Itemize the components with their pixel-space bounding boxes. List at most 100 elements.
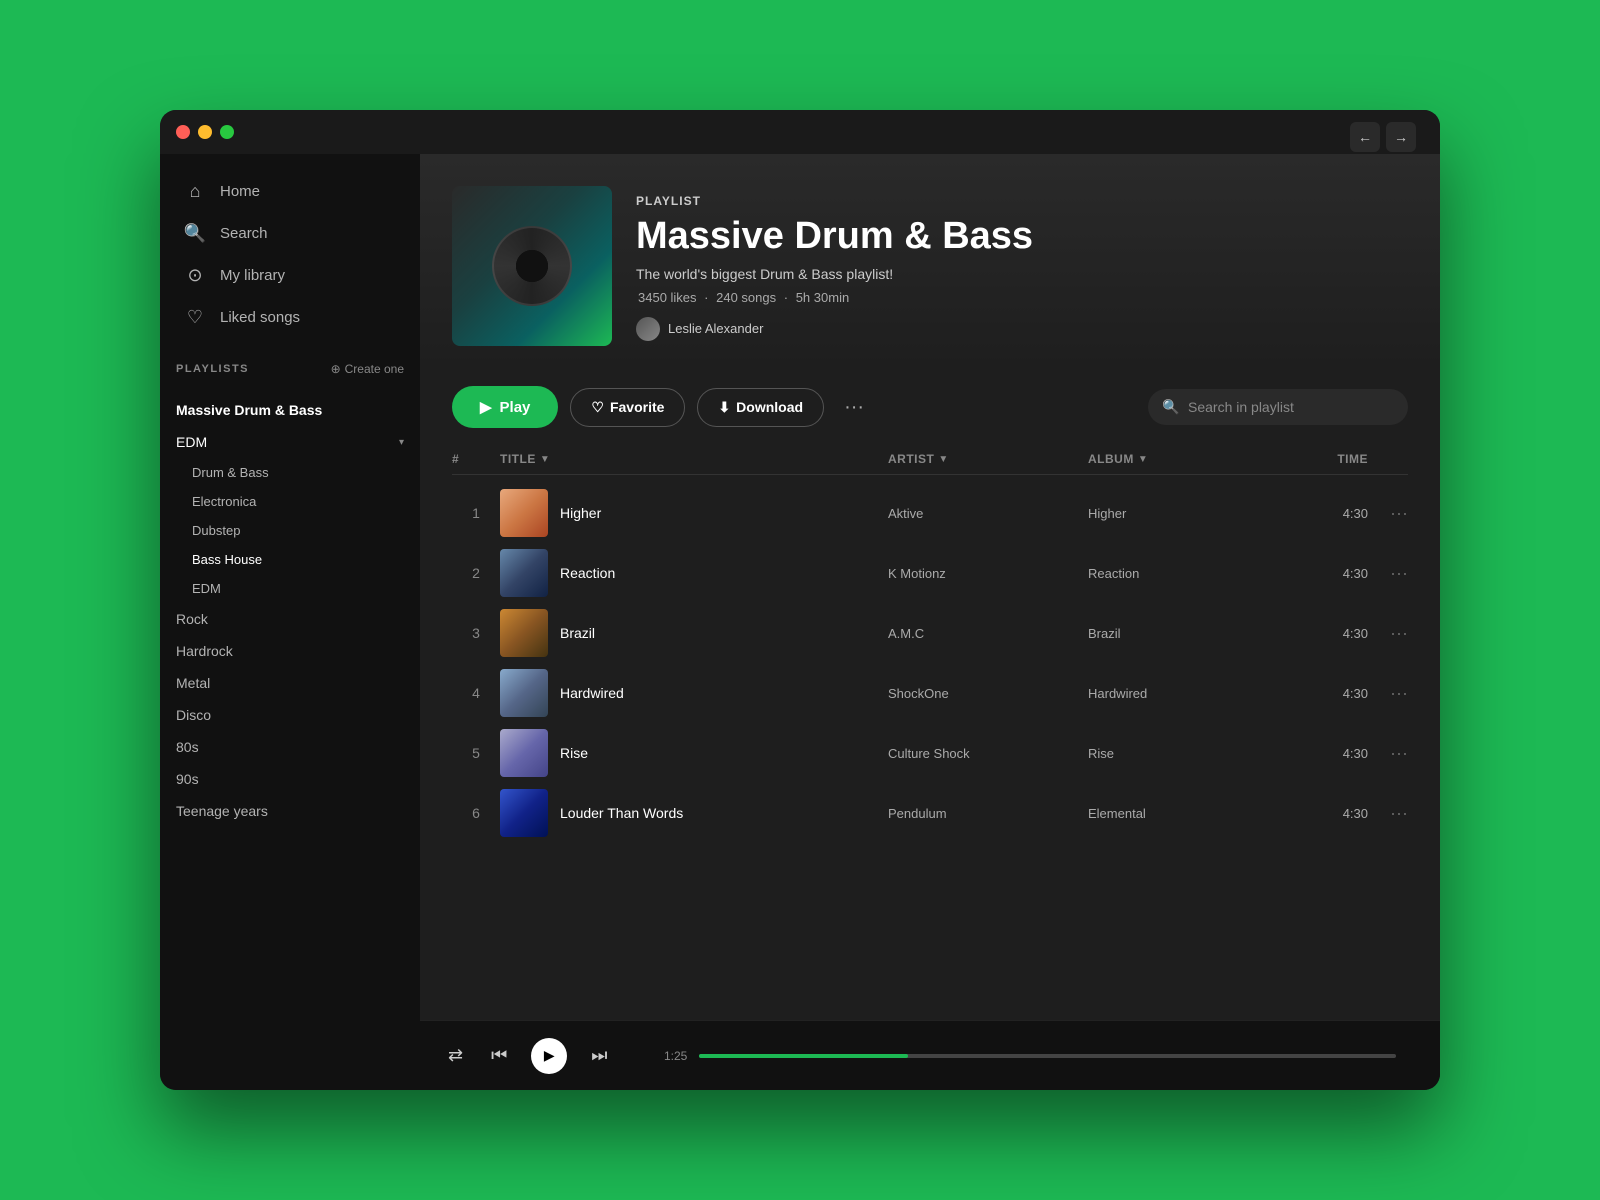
sidebar: ⌂ Home 🔍 Search ⊙ My library ♡ Liked son…: [160, 154, 420, 1090]
prev-button[interactable]: ⏮: [487, 1041, 511, 1070]
main-content: ⌂ Home 🔍 Search ⊙ My library ♡ Liked son…: [160, 154, 1440, 1090]
sidebar-category-90s[interactable]: 90s: [160, 763, 420, 795]
track-more-button[interactable]: ···: [1368, 563, 1408, 584]
sidebar-category-rock[interactable]: Rock: [160, 603, 420, 635]
track-title: Reaction: [560, 565, 615, 581]
sidebar-category-metal[interactable]: Metal: [160, 667, 420, 699]
track-info: Rise: [500, 729, 888, 777]
songs-count: 240 songs: [716, 290, 776, 305]
progress-area: 1:25: [644, 1049, 1416, 1063]
pause-button[interactable]: ▶: [531, 1038, 567, 1074]
track-time: 4:30: [1288, 506, 1368, 521]
track-title: Rise: [560, 745, 588, 761]
more-options-button[interactable]: ···: [836, 389, 872, 425]
player-bar: ⇄ ⏮ ▶ ⏭ 1:25: [420, 1020, 1440, 1090]
sidebar-subitem-dubstep[interactable]: Dubstep: [176, 516, 420, 545]
forward-button[interactable]: →: [1386, 122, 1416, 152]
sidebar-item-liked[interactable]: ♡ Liked songs: [176, 296, 404, 338]
track-number: 6: [452, 805, 500, 821]
artist-sort-icon: ▼: [938, 454, 948, 465]
sidebar-category-edm[interactable]: EDM ▾: [160, 426, 420, 458]
sidebar-category-hardrock[interactable]: Hardrock: [160, 635, 420, 667]
col-time: Time: [1288, 452, 1368, 466]
track-more-button[interactable]: ···: [1368, 743, 1408, 764]
play-button[interactable]: ▶ Play: [452, 386, 558, 428]
next-button[interactable]: ⏭: [587, 1041, 611, 1070]
table-row[interactable]: 5 Rise Culture Shock Rise 4:30 ···: [452, 723, 1408, 783]
sidebar-item-home[interactable]: ⌂ Home: [176, 170, 404, 212]
favorite-button[interactable]: ♡ Favorite: [570, 388, 685, 427]
track-artist: Aktive: [888, 506, 1088, 521]
chevron-icon: ▾: [399, 437, 404, 448]
sidebar-category-teenage-years[interactable]: Teenage years: [160, 795, 420, 827]
playlists-header: PLAYLISTS ⊕ Create one: [160, 362, 420, 386]
download-button[interactable]: ⬇ Download: [697, 388, 824, 427]
table-row[interactable]: 3 Brazil A.M.C Brazil 4:30 ···: [452, 603, 1408, 663]
sidebar-subitem-bass-house[interactable]: Bass House: [176, 545, 420, 574]
table-row[interactable]: 4 Hardwired ShockOne Hardwired 4:30 ···: [452, 663, 1408, 723]
track-number: 4: [452, 685, 500, 701]
owner-avatar: [636, 317, 660, 341]
col-artist[interactable]: Artist ▼: [888, 452, 1088, 466]
track-more-button[interactable]: ···: [1368, 623, 1408, 644]
sidebar-item-label: My library: [220, 267, 285, 284]
playlist-title: Massive Drum & Bass: [636, 216, 1408, 258]
track-album: Elemental: [1088, 806, 1288, 821]
track-number: 2: [452, 565, 500, 581]
sidebar-subitem-edm[interactable]: EDM: [176, 574, 420, 603]
playlist-type: PLAYLIST: [636, 194, 1408, 208]
track-thumbnail: [500, 729, 548, 777]
plus-icon: ⊕: [331, 362, 341, 376]
download-icon: ⬇: [718, 399, 730, 416]
table-row[interactable]: 2 Reaction K Motionz Reaction 4:30 ···: [452, 543, 1408, 603]
track-more-button[interactable]: ···: [1368, 803, 1408, 824]
album-sort-icon: ▼: [1138, 454, 1148, 465]
fullscreen-button[interactable]: [220, 125, 234, 139]
nav-arrows: ← →: [1350, 122, 1416, 152]
controls-bar: ▶ Play ♡ Favorite ⬇ Download ··· 🔍: [420, 370, 1440, 444]
table-row[interactable]: 1 Higher Aktive Higher 4:30 ···: [452, 483, 1408, 543]
heart-icon: ♡: [591, 399, 604, 416]
col-album[interactable]: Album ▼: [1088, 452, 1288, 466]
sidebar-item-label: Search: [220, 225, 268, 242]
current-time: 1:25: [664, 1049, 687, 1063]
minimize-button[interactable]: [198, 125, 212, 139]
playlist-search-input[interactable]: [1148, 389, 1408, 425]
track-thumbnail: [500, 669, 548, 717]
create-one-button[interactable]: ⊕ Create one: [331, 362, 404, 376]
category-label: Hardrock: [176, 643, 233, 659]
category-label: Disco: [176, 707, 211, 723]
track-time: 4:30: [1288, 686, 1368, 701]
table-row[interactable]: 6 Louder Than Words Pendulum Elemental 4…: [452, 783, 1408, 843]
track-album: Rise: [1088, 746, 1288, 761]
app-window: ← → ⌂ Home 🔍 Search ⊙ My library ♡ Liked…: [160, 110, 1440, 1090]
shuffle-button[interactable]: ⇄: [444, 1041, 467, 1070]
track-more-button[interactable]: ···: [1368, 683, 1408, 704]
featured-playlist-item[interactable]: Massive Drum & Bass: [160, 394, 420, 426]
vinyl-overlay: [492, 226, 572, 306]
track-artist: Pendulum: [888, 806, 1088, 821]
progress-fill: [699, 1054, 908, 1058]
track-info: Brazil: [500, 609, 888, 657]
likes-count: 3450 likes: [638, 290, 697, 305]
track-info: Reaction: [500, 549, 888, 597]
sidebar-item-search[interactable]: 🔍 Search: [176, 212, 404, 254]
track-thumbnail: [500, 789, 548, 837]
owner-name: Leslie Alexander: [668, 321, 763, 336]
track-more-button[interactable]: ···: [1368, 503, 1408, 524]
sidebar-subitem-drum-&-bass[interactable]: Drum & Bass: [176, 458, 420, 487]
sidebar-subitem-electronica[interactable]: Electronica: [176, 487, 420, 516]
track-album: Reaction: [1088, 566, 1288, 581]
track-artist: Culture Shock: [888, 746, 1088, 761]
progress-bar[interactable]: [699, 1054, 1396, 1058]
track-thumbnail: [500, 549, 548, 597]
category-label: EDM: [176, 434, 207, 450]
sidebar-category-disco[interactable]: Disco: [160, 699, 420, 731]
track-number: 1: [452, 505, 500, 521]
track-info: Higher: [500, 489, 888, 537]
sidebar-category-80s[interactable]: 80s: [160, 731, 420, 763]
close-button[interactable]: [176, 125, 190, 139]
back-button[interactable]: ←: [1350, 122, 1380, 152]
col-title[interactable]: Title ▼: [500, 452, 888, 466]
sidebar-item-library[interactable]: ⊙ My library: [176, 254, 404, 296]
